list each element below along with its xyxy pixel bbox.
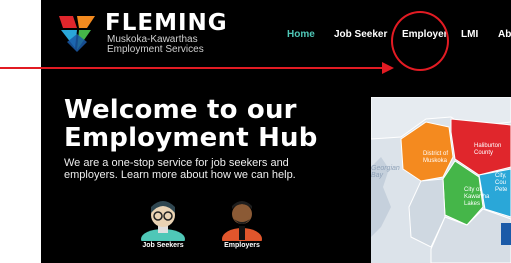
hero-subtitle: We are a one-stop service for job seeker… bbox=[64, 157, 296, 181]
region-map[interactable]: District of Muskoka Haliburton County Ci… bbox=[371, 97, 511, 263]
nav-home[interactable]: Home bbox=[287, 29, 315, 40]
left-margin bbox=[0, 0, 41, 263]
employer-icon bbox=[222, 201, 262, 250]
nav-lmi[interactable]: LMI bbox=[461, 29, 478, 40]
brand-subtitle-line2: Employment Services bbox=[107, 44, 204, 55]
region-map-graphic bbox=[371, 97, 511, 263]
hero-title-line1: Welcome to our bbox=[64, 95, 297, 125]
job-seekers-card[interactable]: Job Seekers bbox=[133, 195, 193, 249]
hero-title-line2: Employment Hub bbox=[64, 123, 318, 153]
map-label-haliburton: Haliburton County bbox=[474, 143, 502, 156]
map-label-georgian-bay: Georgian Bay bbox=[371, 165, 400, 179]
job-seekers-label: Job Seekers bbox=[142, 242, 184, 249]
map-label-peterborough: City, Cou Pete bbox=[495, 173, 508, 193]
employers-card[interactable]: Employers bbox=[212, 195, 272, 250]
hero-title: Welcome to our Employment Hub bbox=[64, 96, 318, 152]
annotation-arrow bbox=[0, 62, 394, 74]
nav-job-seeker[interactable]: Job Seeker bbox=[334, 29, 387, 40]
nav-about[interactable]: Ab bbox=[498, 29, 511, 40]
map-label-kawartha: City of Kawartha Lakes bbox=[464, 187, 490, 207]
job-seeker-icon bbox=[141, 201, 185, 249]
page-frame: FLEMING Muskoka-Kawarthas Employment Ser… bbox=[0, 0, 511, 263]
map-label-muskoka: District of Muskoka bbox=[423, 151, 449, 164]
employers-label: Employers bbox=[224, 242, 260, 249]
